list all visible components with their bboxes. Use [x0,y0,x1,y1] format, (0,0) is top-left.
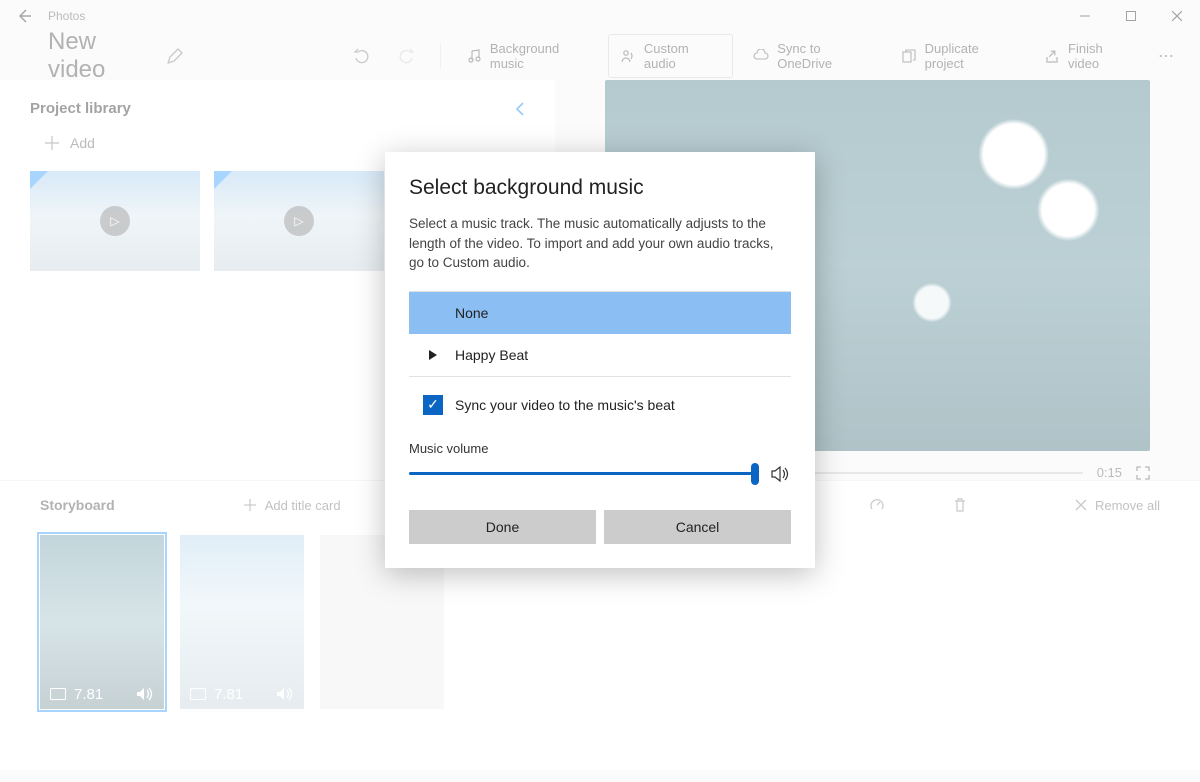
track-option-none[interactable]: None [409,292,791,334]
sync-to-beat-checkbox[interactable]: ✓ [423,395,443,415]
dialog-title: Select background music [409,176,791,200]
done-label: Done [486,519,519,535]
speaker-icon [771,466,791,482]
track-none-label: None [455,305,488,321]
background-music-dialog: Select background music Select a music t… [385,152,815,568]
volume-label: Music volume [409,441,791,456]
track-option-happy-beat[interactable]: Happy Beat [409,334,791,376]
slider-knob[interactable] [751,463,759,485]
track-happy-beat-label: Happy Beat [455,347,528,363]
done-button[interactable]: Done [409,510,596,544]
sync-label: Sync your video to the music's beat [455,397,675,413]
dialog-description: Select a music track. The music automati… [409,214,791,273]
check-icon: ✓ [427,396,439,413]
cancel-button[interactable]: Cancel [604,510,791,544]
cancel-label: Cancel [676,519,720,535]
volume-slider[interactable] [409,472,755,475]
play-preview-icon [429,350,437,360]
